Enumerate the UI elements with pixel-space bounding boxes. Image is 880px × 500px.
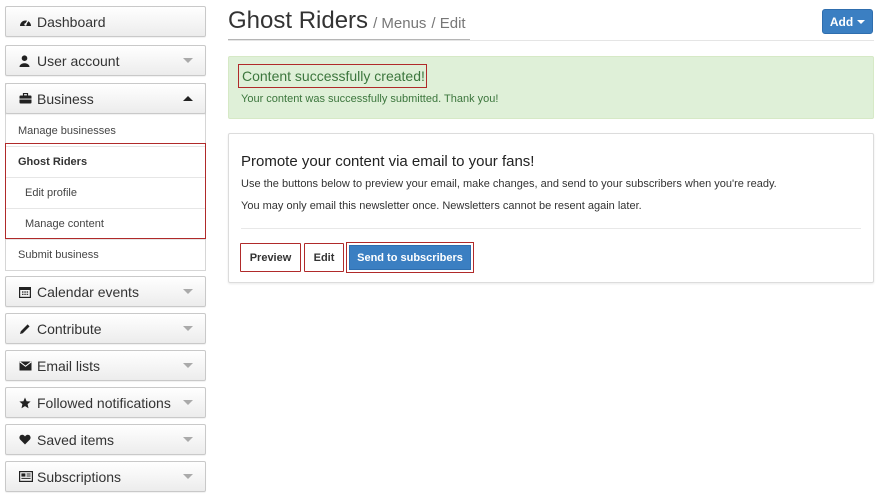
sidebar-item-label: Contribute xyxy=(37,320,102,337)
sidebar-item-label: Calendar events xyxy=(37,283,139,300)
business-panel: Business Manage businesses Ghost Riders … xyxy=(5,83,206,271)
chevron-down-icon xyxy=(183,289,193,294)
chevron-down-icon xyxy=(183,58,193,63)
panel-title: Promote your content via email to your f… xyxy=(241,153,535,170)
send-to-subscribers-button[interactable]: Send to subscribers xyxy=(349,245,471,270)
envelope-icon xyxy=(19,360,36,371)
sidebar-item-label: Dashboard xyxy=(37,13,106,30)
sidebar-item-label: Followed notifications xyxy=(37,394,171,411)
add-button[interactable]: Add xyxy=(822,9,873,34)
sidebar-item-label: Business xyxy=(37,90,94,107)
sidebar-item-subscriptions[interactable]: Subscriptions xyxy=(5,461,206,492)
chevron-down-icon xyxy=(857,19,866,24)
panel-note: You may only email this newsletter once.… xyxy=(241,200,642,212)
page-title-text: Ghost Riders xyxy=(228,7,369,34)
sidebar-subitem-edit-profile[interactable]: Edit profile xyxy=(6,177,205,208)
alert-title: Content successfully created! xyxy=(242,68,425,84)
breadcrumb-menus[interactable]: / Menus xyxy=(373,15,426,32)
edit-button[interactable]: Edit xyxy=(304,243,344,272)
calendar-icon xyxy=(19,286,36,298)
chevron-down-icon xyxy=(183,437,193,442)
highlight-box: Content successfully created! xyxy=(238,64,427,88)
sidebar-item-dashboard[interactable]: Dashboard xyxy=(5,6,206,37)
sidebar-item-followed-notifications[interactable]: Followed notifications xyxy=(5,387,206,418)
user-icon xyxy=(19,54,36,67)
chevron-down-icon xyxy=(183,326,193,331)
promote-panel: Promote your content via email to your f… xyxy=(228,133,874,283)
preview-button[interactable]: Preview xyxy=(240,243,301,272)
chevron-down-icon xyxy=(183,474,193,479)
panel-description: Use the buttons below to preview your em… xyxy=(241,178,777,190)
highlight-box: Send to subscribers xyxy=(346,242,474,273)
divider xyxy=(241,228,861,229)
sidebar-item-label: Subscriptions xyxy=(37,468,122,485)
breadcrumb-edit: / Edit xyxy=(431,15,466,32)
sidebar-item-user-account[interactable]: User account xyxy=(5,45,206,76)
title-divider xyxy=(228,40,874,41)
chevron-down-icon xyxy=(183,400,193,405)
briefcase-icon xyxy=(19,93,36,104)
dashboard-icon xyxy=(19,16,36,28)
heart-icon xyxy=(19,434,36,445)
sidebar-item-business[interactable]: Business xyxy=(5,83,206,114)
sidebar-item-label: Saved items xyxy=(37,431,115,448)
star-icon xyxy=(19,397,36,409)
sidebar-item-email-lists[interactable]: Email lists xyxy=(5,350,206,381)
sidebar-item-label: User account xyxy=(37,52,120,69)
newspaper-icon xyxy=(19,471,36,482)
success-alert: Content successfully created! Your conte… xyxy=(228,56,874,119)
page-title: Ghost Riders / Menus / Edit xyxy=(228,7,470,41)
sidebar-subitem-ghost-riders[interactable]: Ghost Riders xyxy=(6,146,205,177)
sidebar-item-saved-items[interactable]: Saved items xyxy=(5,424,206,455)
add-button-label: Add xyxy=(829,14,854,29)
sidebar-subitem-submit-business[interactable]: Submit business xyxy=(6,239,205,270)
sidebar-item-label: Email lists xyxy=(37,357,101,374)
alert-message: Your content was successfully submitted.… xyxy=(241,93,499,105)
sidebar-subitem-manage-content[interactable]: Manage content xyxy=(6,208,205,239)
chevron-down-icon xyxy=(183,363,193,368)
sidebar-item-calendar-events[interactable]: Calendar events xyxy=(5,276,206,307)
chevron-up-icon xyxy=(183,96,193,101)
pencil-icon xyxy=(19,323,36,335)
sidebar-item-contribute[interactable]: Contribute xyxy=(5,313,206,344)
sidebar-subitem-manage-businesses[interactable]: Manage businesses xyxy=(6,115,205,146)
